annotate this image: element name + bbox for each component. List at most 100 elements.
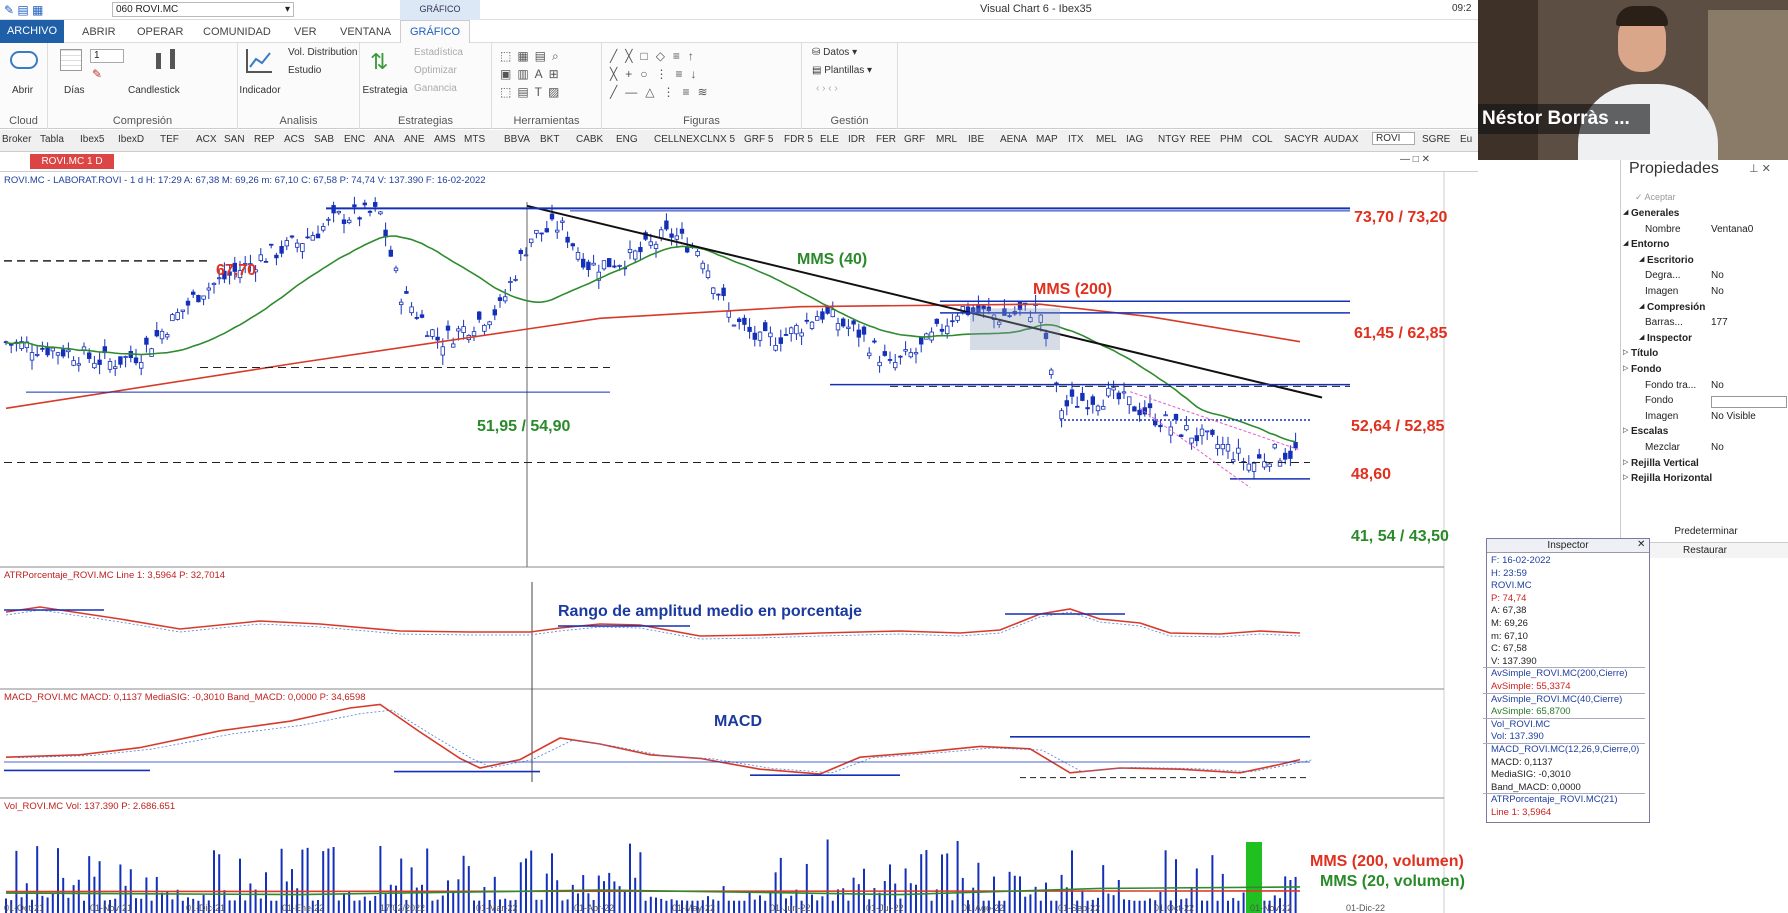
candlestick-icon[interactable]	[148, 47, 184, 75]
tab-archivo[interactable]: ARCHIVO	[0, 20, 64, 43]
compression-qty[interactable]: 1	[90, 49, 124, 63]
ticker-eu[interactable]: Eu	[1460, 134, 1472, 145]
ticker-mrl[interactable]: MRL	[936, 134, 957, 145]
candle-body	[393, 267, 399, 272]
tools-grid-icon[interactable]: ⬚▦▤⌕ ▣▥A⊞ ⬚▤T▨	[500, 47, 596, 99]
ticker-san[interactable]: SAN	[224, 134, 245, 145]
ticker-grf[interactable]: GRF	[904, 134, 925, 145]
plantillas-button[interactable]: ▤ Plantillas ▾	[812, 65, 872, 76]
ticker-sab[interactable]: SAB	[314, 134, 334, 145]
calendar-icon[interactable]	[60, 49, 82, 71]
ticker-bkt[interactable]: BKT	[540, 134, 559, 145]
tab-grafico[interactable]: GRÁFICO	[400, 20, 470, 43]
expand-icon[interactable]: ◢	[1639, 255, 1644, 263]
expand-icon[interactable]: ◢	[1639, 302, 1644, 310]
expand-icon[interactable]: ▷	[1623, 473, 1628, 481]
candlestick-button[interactable]: Candlestick	[128, 85, 180, 96]
tab-operar[interactable]: OPERAR	[137, 23, 183, 41]
color-swatch[interactable]	[1711, 396, 1787, 409]
datos-button[interactable]: ⛁ Datos ▾	[812, 47, 857, 58]
ticker-broker[interactable]: Broker	[2, 134, 31, 145]
ticker-enc[interactable]: ENC	[344, 134, 365, 145]
pin-icon[interactable]: ⊥ ✕	[1749, 162, 1771, 175]
ticker-grf5[interactable]: GRF 5	[744, 134, 773, 145]
ticker-phm[interactable]: PHM	[1220, 134, 1242, 145]
candle-body	[133, 357, 139, 364]
ticker-clnx5[interactable]: CLNX 5	[700, 134, 735, 145]
expand-icon[interactable]: ▷	[1623, 426, 1628, 434]
tab-ventana[interactable]: VENTANA	[340, 23, 391, 41]
ticker-sacyr[interactable]: SACYR	[1284, 134, 1318, 145]
tab-abrir[interactable]: ABRIR	[82, 23, 116, 41]
expand-icon[interactable]: ▷	[1623, 458, 1628, 466]
predeterminar-button[interactable]: Predeterminar	[1631, 526, 1781, 537]
inspector-title: Inspector	[1487, 539, 1649, 553]
quick-access-icon[interactable]: ✎ ▤ ▦	[4, 3, 43, 17]
inspector-close-icon[interactable]: ✕	[1637, 539, 1645, 550]
symbol-box[interactable]: 060 ROVI.MC ▾	[112, 2, 294, 17]
ticker-audax[interactable]: AUDAX	[1324, 134, 1358, 145]
ticker-aena[interactable]: AENA	[1000, 134, 1027, 145]
ticker-ams[interactable]: AMS	[434, 134, 456, 145]
vol-distribution-button[interactable]: Vol. Distribution	[288, 47, 357, 58]
pen-icon[interactable]: ✎	[92, 67, 102, 81]
ticker-acs[interactable]: ACS	[284, 134, 305, 145]
ticker-cabk[interactable]: CABK	[576, 134, 603, 145]
tab-comunidad[interactable]: COMUNIDAD	[203, 23, 271, 41]
ticker-acx[interactable]: ACX	[196, 134, 217, 145]
estadistica-button[interactable]: Estadística	[414, 47, 463, 58]
doc-tab-rovi[interactable]: ROVI.MC 1 D	[30, 154, 114, 169]
ticker-ibex5[interactable]: Ibex5	[80, 134, 104, 145]
ticker-rovi[interactable]: ROVI	[1372, 132, 1416, 145]
ticker-bbva[interactable]: BBVA	[504, 134, 530, 145]
dias-button[interactable]: Días	[64, 85, 85, 96]
ticker-mts[interactable]: MTS	[464, 134, 485, 145]
expand-icon[interactable]: ◢	[1623, 208, 1628, 216]
ticker-mel[interactable]: MEL	[1096, 134, 1117, 145]
estrategia-button[interactable]: Estrategia	[360, 85, 410, 96]
nav-arrows-icon[interactable]: ‹ › ‹ ›	[816, 83, 838, 94]
indicator-icon[interactable]	[246, 49, 272, 73]
aceptar-button[interactable]: ✓ Aceptar	[1635, 192, 1676, 203]
optimizar-button[interactable]: Optimizar	[414, 65, 457, 76]
window-controls-icon[interactable]: — □ ✕	[1400, 154, 1430, 165]
inspector-line: m: 67,10	[1491, 630, 1528, 642]
chart-area[interactable]: ROVI.MC - LABORAT.ROVI - 1 d H: 17:29 A:…	[0, 172, 1478, 913]
inspector-line: AvSimple_ROVI.MC(200,Cierre)	[1491, 668, 1628, 680]
ticker-ana[interactable]: ANA	[374, 134, 395, 145]
ticker-idr[interactable]: IDR	[848, 134, 865, 145]
ticker-col[interactable]: COL	[1252, 134, 1273, 145]
ticker-ane[interactable]: ANE	[404, 134, 425, 145]
ticker-cellnex[interactable]: CELLNEX	[654, 134, 700, 145]
estudio-button[interactable]: Estudio	[288, 65, 321, 76]
candle-body	[1288, 450, 1293, 459]
shapes-grid-icon[interactable]: ╱╳□◇≡↑ ╳+○⋮≡↓ ╱—△⋮≡≋	[610, 47, 800, 99]
cloud-icon[interactable]	[10, 51, 38, 69]
expand-icon[interactable]: ▷	[1623, 364, 1628, 372]
ganancia-button[interactable]: Ganancia	[414, 83, 457, 94]
strategy-arrows-icon[interactable]: ⇅	[370, 49, 388, 75]
ticker-ree[interactable]: REE	[1190, 134, 1211, 145]
ticker-ibexd[interactable]: IbexD	[118, 134, 144, 145]
tab-ver[interactable]: VER	[294, 23, 317, 41]
ticker-ntgy[interactable]: NTGY	[1158, 134, 1186, 145]
ticker-eng[interactable]: ENG	[616, 134, 638, 145]
ticker-fer[interactable]: FER	[876, 134, 896, 145]
ticker-tabla[interactable]: Tabla	[40, 134, 64, 145]
abrir-button[interactable]: Abrir	[12, 85, 33, 96]
expand-icon[interactable]: ◢	[1639, 333, 1644, 341]
ticker-rep[interactable]: REP	[254, 134, 275, 145]
ticker-iag[interactable]: IAG	[1126, 134, 1143, 145]
expand-icon[interactable]: ◢	[1623, 239, 1628, 247]
ticker-itx[interactable]: ITX	[1068, 134, 1084, 145]
ticker-ele[interactable]: ELE	[820, 134, 839, 145]
indicador-button[interactable]: Indicador	[238, 85, 282, 96]
ticker-sgre[interactable]: SGRE	[1422, 134, 1450, 145]
group-label-gestion: Gestión	[830, 115, 869, 127]
property-grid: Generales ◢ Nombre Ventana0 Entorno ◢ Escritor…	[1621, 208, 1788, 508]
ticker-ibe[interactable]: IBE	[968, 134, 984, 145]
ticker-tef[interactable]: TEF	[160, 134, 179, 145]
ticker-map[interactable]: MAP	[1036, 134, 1058, 145]
expand-icon[interactable]: ▷	[1623, 348, 1628, 356]
ticker-fdr5[interactable]: FDR 5	[784, 134, 813, 145]
